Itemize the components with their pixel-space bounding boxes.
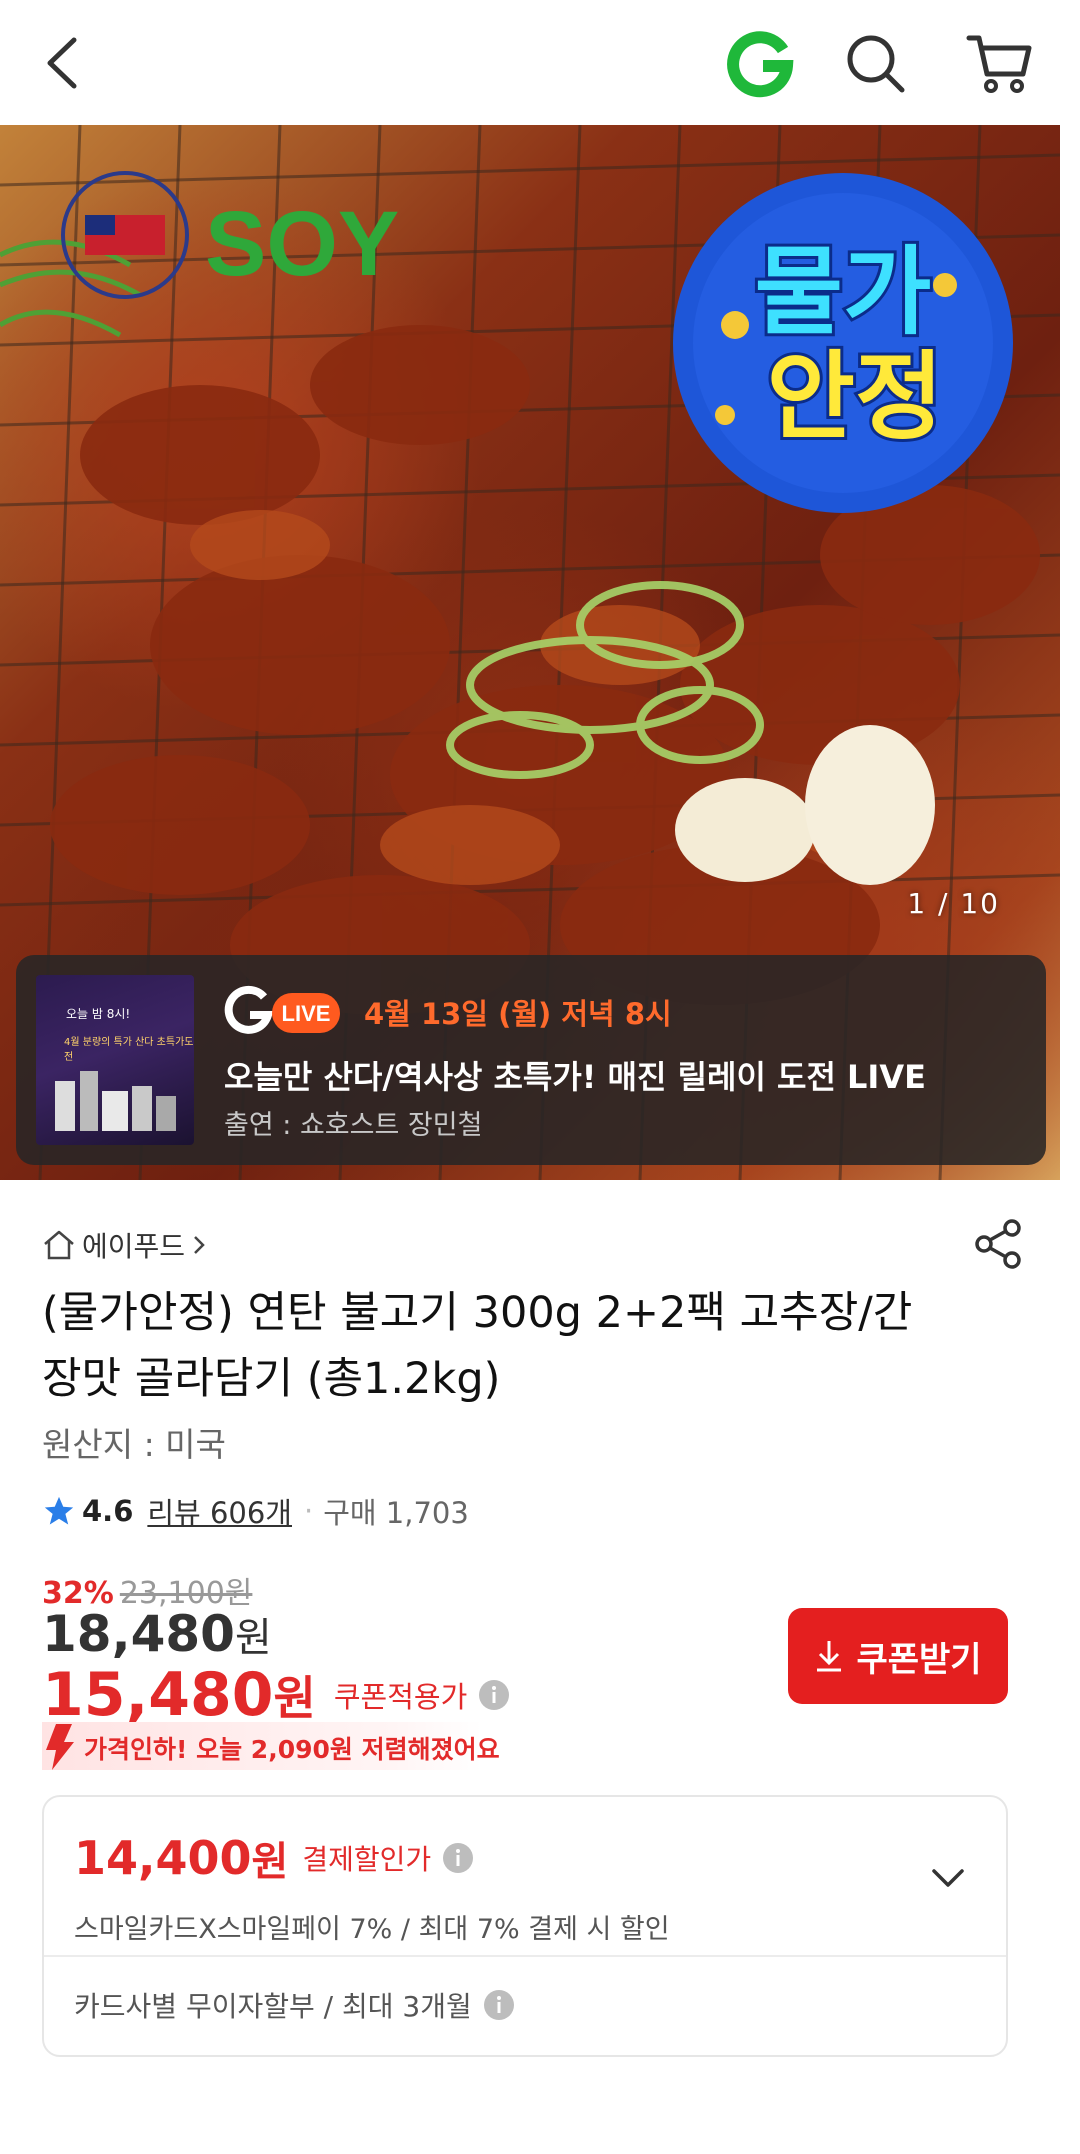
payment-detail: 스마일카드X스마일페이 7% / 최대 7% 결제 시 할인 xyxy=(74,1914,670,1945)
review-link[interactable]: 리뷰 606개 xyxy=(147,1490,292,1532)
info-icon[interactable] xyxy=(441,1841,475,1875)
soy-brand-logo: SOY xyxy=(61,171,399,299)
payment-price-won: 원 xyxy=(251,1839,289,1885)
promo-badge: 물가 안정 xyxy=(673,173,1013,513)
appliance-graphic xyxy=(55,1071,176,1131)
cart-icon[interactable] xyxy=(965,28,1035,98)
product-image-carousel[interactable]: SOY 물가 안정 1 / 10 오늘 밤 8시! 4월 분량의 특가 산다 초… xyxy=(0,125,1060,1180)
coupon-price-amount: 15,480 xyxy=(42,1660,274,1730)
product-title: (물가안정) 연탄 불고기 300g 2+2팩 고추장/간장맛 골라담기 (총1… xyxy=(42,1288,913,1404)
live-date: 4월 13일 (월) 저녁 8시 xyxy=(364,997,672,1031)
divider xyxy=(44,1955,1006,1957)
live-thumb-line-2: 4월 분량의 특가 산다 초특가도전 xyxy=(64,1037,194,1063)
image-counter: 1 / 10 xyxy=(907,887,1000,920)
installment-text: 카드사별 무이자할부 / 최대 3개월 xyxy=(74,1990,472,2023)
coupon-price: 15,480 원 쿠폰적용가 xyxy=(42,1660,511,1730)
payment-price-row: 14,400 원 결제할인가 xyxy=(74,1829,475,1887)
price-drop-banner: 가격인하! 오늘 2,090원 저렴해졌어요 xyxy=(42,1722,500,1770)
gmarket-logo-icon[interactable] xyxy=(725,28,795,98)
coupon-download-button[interactable]: 쿠폰받기 xyxy=(788,1608,1008,1704)
top-bar xyxy=(0,0,1080,125)
price-drop-arrow-icon xyxy=(46,1724,74,1770)
download-icon xyxy=(817,1641,842,1672)
chevron-right-icon xyxy=(194,1236,205,1254)
seller-link[interactable]: 에이푸드 xyxy=(42,1225,209,1265)
g-live-logo-icon: LIVE xyxy=(224,985,340,1034)
share-icon[interactable] xyxy=(972,1218,1024,1270)
search-icon[interactable] xyxy=(840,28,910,98)
promo-line-1: 물가 xyxy=(755,236,932,348)
info-icon[interactable] xyxy=(482,1988,516,2022)
sale-price: 18,480원 xyxy=(42,1605,272,1663)
payment-discount-box[interactable]: 14,400 원 결제할인가 스마일카드X스마일페이 7% / 최대 7% 결제… xyxy=(42,1795,1008,2057)
star-icon xyxy=(44,1496,74,1525)
promo-line-2: 안정 xyxy=(767,341,944,453)
payment-price-amount: 14,400 xyxy=(74,1831,252,1885)
brand-logo-text: SOY xyxy=(205,193,399,295)
coupon-price-label: 쿠폰적용가 xyxy=(333,1680,468,1714)
live-thumb-line-1: 오늘 밤 8시! xyxy=(66,1007,131,1021)
home-icon xyxy=(44,1230,74,1260)
purchase-count: 구매 1,703 xyxy=(323,1496,469,1530)
live-title: 오늘만 산다/역사상 초특가! 매진 릴레이 도전 LIVE xyxy=(224,1058,926,1096)
chevron-down-icon[interactable] xyxy=(928,1857,968,1897)
live-thumbnail: 오늘 밤 8시! 4월 분량의 특가 산다 초특가도전 xyxy=(36,975,194,1145)
origin-label: 원산지 : 미국 xyxy=(42,1425,226,1464)
payment-price-label: 결제할인가 xyxy=(302,1843,432,1876)
price-drop-text: 가격인하! 오늘 2,090원 저렴해졌어요 xyxy=(84,1735,500,1764)
rating-score: 4.6 xyxy=(82,1494,134,1528)
installment-row: 카드사별 무이자할부 / 최대 3개월 xyxy=(74,1985,516,2025)
live-badge: LIVE xyxy=(282,1001,331,1026)
sale-price-won: 원 xyxy=(234,1615,272,1661)
rating-row: 4.6 리뷰 606개 · 구매 1,703 xyxy=(42,1490,469,1532)
back-chevron-icon[interactable] xyxy=(30,28,100,98)
live-broadcast-card[interactable]: 오늘 밤 8시! 4월 분량의 특가 산다 초특가도전 LIVE 4월 13일 … xyxy=(16,955,1046,1165)
coupon-price-won: 원 xyxy=(273,1671,316,1725)
seller-name: 에이푸드 xyxy=(82,1230,186,1263)
live-host: 출연 : 쇼호스트 장민철 xyxy=(224,1110,483,1141)
separator-dot: · xyxy=(304,1494,314,1528)
sale-price-amount: 18,480 xyxy=(42,1605,235,1663)
info-icon[interactable] xyxy=(477,1678,511,1712)
coupon-button-label: 쿠폰받기 xyxy=(856,1639,982,1680)
